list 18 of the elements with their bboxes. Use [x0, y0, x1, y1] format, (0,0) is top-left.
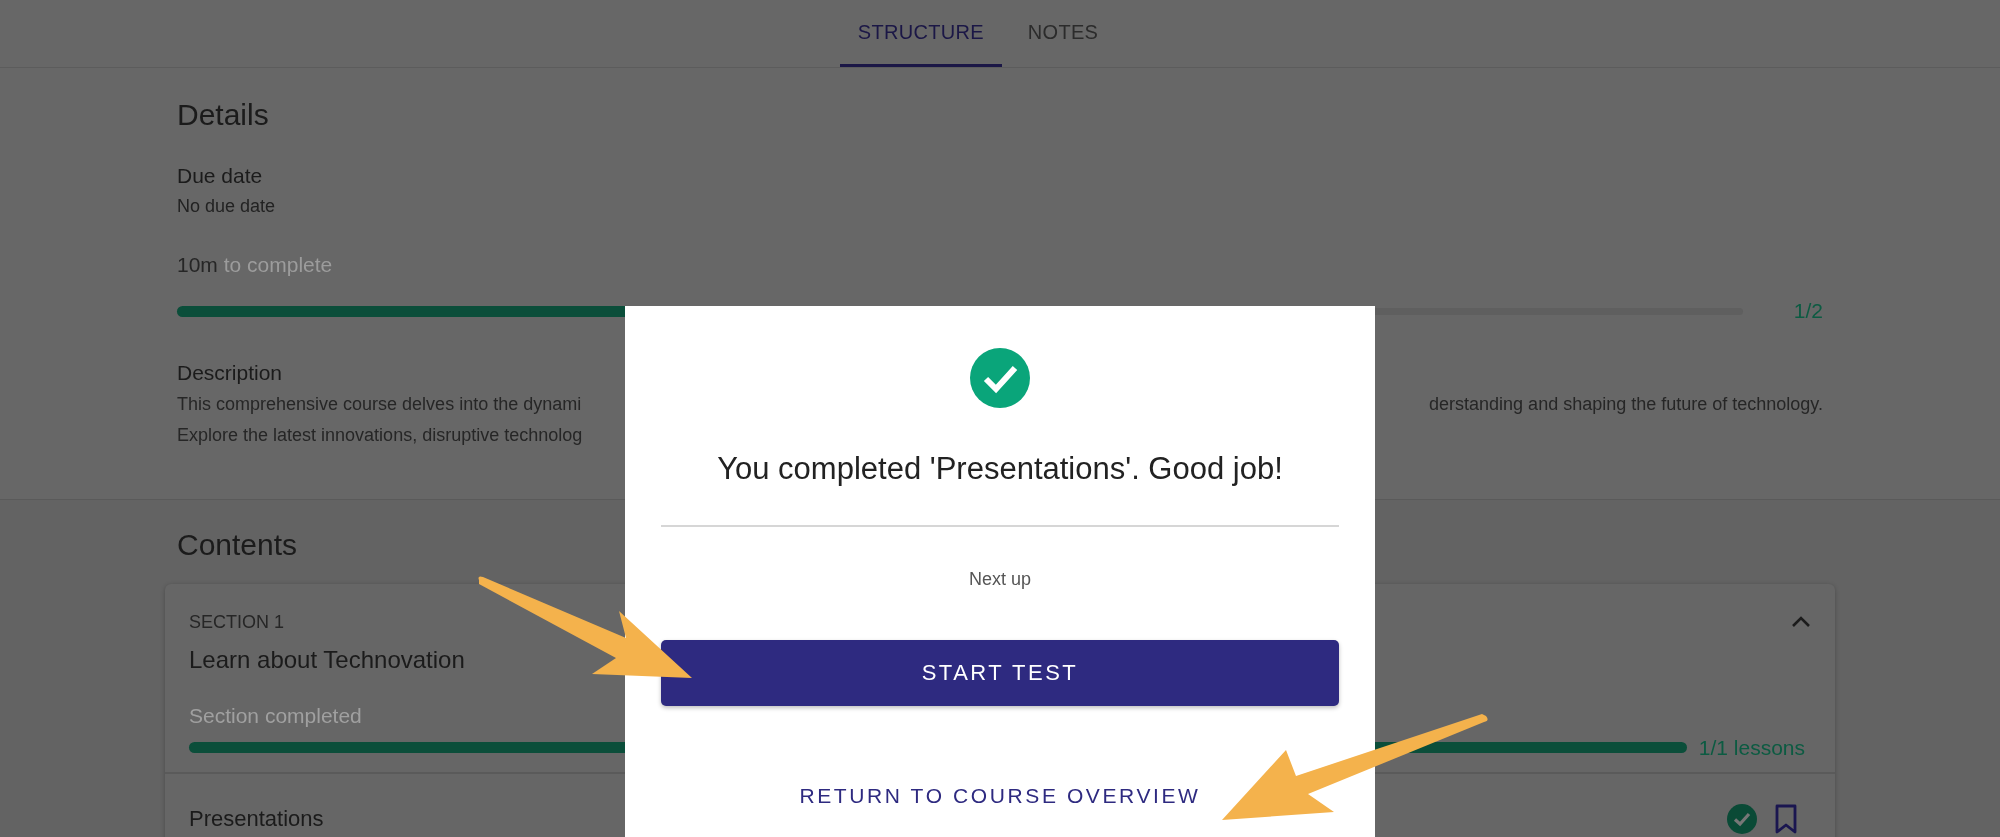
check-circle-icon [970, 348, 1030, 408]
next-up-label: Next up [968, 569, 1031, 590]
description-text: Explore the latest innovations, disruptive technolog [177, 424, 583, 447]
field-label: Description [177, 361, 284, 385]
section-number: SECTION 1 [189, 611, 285, 633]
start-test-button[interactable]: START TEST [661, 640, 1339, 706]
return-link[interactable]: RETURN TO COURSE OVERVIEW [789, 778, 1211, 814]
progress-reading: 1/2 [1792, 299, 1823, 323]
field-value: No due date [177, 196, 277, 217]
field-label: Due date [177, 164, 264, 188]
section-status: Section completed [189, 704, 362, 728]
description-text: This comprehensive course delves into the dynami [177, 393, 582, 416]
section-heading: Contents [176, 528, 299, 562]
section-title: Learn about Technovation [189, 646, 465, 674]
description-text: derstanding and shaping the future of technology. [1429, 393, 1823, 416]
dialog-title: You completed 'Presentations'. Good job! [717, 451, 1283, 487]
section-heading: Details [177, 98, 270, 132]
progress-reading: 1/1 lessons [1698, 736, 1805, 760]
